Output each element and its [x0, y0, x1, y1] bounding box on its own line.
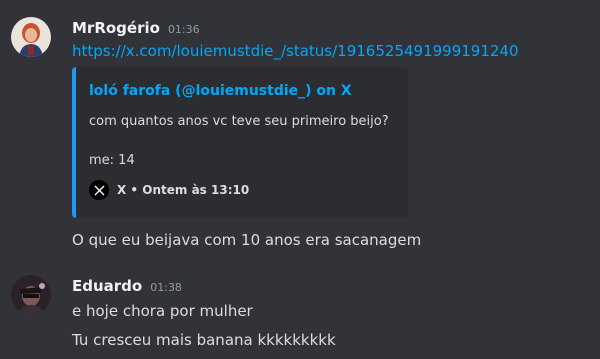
message-content: https://x.com/louiemustdie_/status/19165…	[72, 41, 519, 61]
timestamp[interactable]: 01:38	[150, 281, 182, 294]
chat-message-list: MrRogério 01:36 https://x.com/louiemustd…	[0, 0, 600, 359]
embed-description-line: me: 14	[89, 153, 135, 168]
message-content: e hoje chora por mulher	[72, 302, 253, 320]
x-logo-icon	[89, 180, 109, 200]
embed-description-line: com quantos anos vc teve seu primeiro be…	[89, 114, 389, 129]
message-content: Tu cresceu mais banana kkkkkkkkk	[72, 331, 336, 349]
message-header: MrRogério 01:36	[72, 19, 200, 39]
avatar[interactable]	[11, 275, 51, 315]
message-group: Eduardo 01:38 e hoje chora por mulher Tu…	[0, 260, 600, 359]
embed-footer-text: X • Ontem às 13:10	[117, 183, 250, 197]
embed-author[interactable]: loló farofa (@louiemustdie_) on X	[89, 83, 352, 99]
message-group: MrRogério 01:36 https://x.com/louiemustd…	[0, 0, 600, 260]
username[interactable]: Eduardo	[72, 277, 142, 295]
embed-footer: X • Ontem às 13:10	[89, 180, 249, 200]
username[interactable]: MrRogério	[72, 19, 160, 37]
message-content: O que eu beijava com 10 anos era sacanag…	[72, 231, 422, 249]
message-header: Eduardo 01:38	[72, 277, 182, 297]
link-embed: loló farofa (@louiemustdie_) on X com qu…	[72, 67, 408, 218]
timestamp[interactable]: 01:36	[168, 23, 200, 36]
tweet-link[interactable]: https://x.com/louiemustdie_/status/19165…	[72, 42, 519, 60]
avatar[interactable]	[11, 17, 51, 57]
